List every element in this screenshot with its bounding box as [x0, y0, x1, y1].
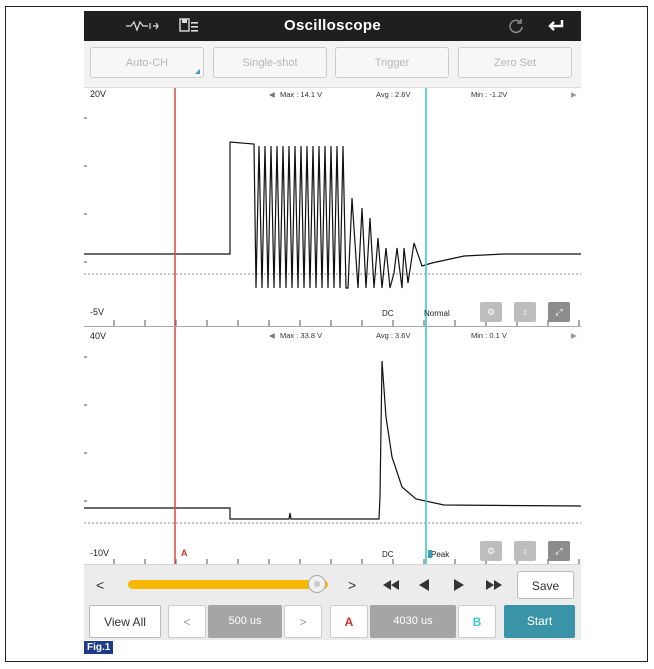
cursor-b-marker[interactable]	[428, 550, 432, 558]
refresh-icon[interactable]	[504, 11, 528, 41]
mode-toolbar: Auto-CH Single-shot Trigger Zero Set	[84, 41, 581, 88]
channel-1-trace	[84, 88, 581, 326]
save-button[interactable]: Save	[517, 571, 574, 599]
ch1-vertical-move-icon[interactable]: ↕	[514, 302, 536, 322]
back-icon[interactable]	[542, 11, 570, 41]
ch2-bottom-scale: -10V	[90, 548, 110, 558]
ch1-left-arrow-icon[interactable]: ◀	[269, 90, 275, 99]
step-forward-icon[interactable]	[452, 565, 466, 605]
ch2-avg: Avg : 3.6V	[376, 331, 411, 340]
ch1-min: Min : -1.2V	[471, 90, 508, 99]
dropdown-corner-icon	[195, 69, 200, 74]
ch1-max: Max : 14.1 V	[280, 90, 323, 99]
scroll-right-button[interactable]: >	[348, 565, 356, 605]
fast-forward-icon[interactable]	[484, 565, 504, 605]
channel-2-scope: 40V ◀ Max : 33.8 V Avg : 3.6V Min : 0.1 …	[84, 327, 581, 565]
time-prev-button[interactable]: <	[168, 605, 206, 638]
ch1-right-arrow-icon[interactable]: ▶	[571, 90, 577, 99]
auto-ch-button[interactable]: Auto-CH	[90, 47, 204, 78]
channel-1-scope: 20V ◀ Max : 14.1 V Avg : 2.6V Min : -1.2…	[84, 88, 581, 327]
cursor-a-button[interactable]: A	[330, 605, 368, 638]
ch1-settings-icon[interactable]: ⚙	[480, 302, 502, 322]
cursor-a-marker[interactable]: A	[181, 548, 188, 558]
position-slider[interactable]	[128, 580, 328, 589]
ch1-top-scale: 20V	[90, 89, 107, 99]
zero-set-button[interactable]: Zero Set	[458, 47, 572, 78]
ch1-bottom-scale: -5V	[90, 307, 105, 317]
ch2-right-arrow-icon[interactable]: ▶	[571, 331, 577, 340]
ch2-left-arrow-icon[interactable]: ◀	[269, 331, 275, 340]
playback-controls: < > Save	[84, 564, 581, 605]
oscilloscope-app: Oscilloscope Auto-CH Single-shot Trigger…	[84, 11, 581, 640]
step-back-icon[interactable]	[417, 565, 431, 605]
ch1-coupling: DC	[382, 309, 394, 318]
scroll-left-button[interactable]: <	[96, 565, 104, 605]
ch2-vertical-move-icon[interactable]: ↕	[514, 541, 536, 561]
channel-2-trace	[84, 327, 581, 565]
cursor-b-button[interactable]: B	[458, 605, 496, 638]
expand-icon[interactable]: ⤢	[548, 302, 570, 322]
bottom-bar: View All < 500 us > A 4030 us B Start	[84, 605, 581, 640]
auto-ch-label: Auto-CH	[125, 57, 169, 69]
ch2-max: Max : 33.8 V	[280, 331, 323, 340]
trigger-button[interactable]: Trigger	[335, 47, 449, 78]
slider-knob[interactable]	[308, 575, 326, 593]
ch1-mode: Normal	[424, 309, 450, 318]
single-shot-button[interactable]: Single-shot	[213, 47, 327, 78]
time-next-button[interactable]: >	[284, 605, 322, 638]
figure-caption: Fig.1	[84, 641, 114, 654]
cursor-time-value: 4030 us	[370, 605, 456, 638]
ch1-avg: Avg : 2.6V	[376, 90, 411, 99]
time-base-value: 500 us	[208, 605, 282, 638]
view-all-button[interactable]: View All	[89, 605, 161, 638]
ch2-mode: Peak	[431, 550, 450, 559]
ch2-top-scale: 40V	[90, 331, 107, 341]
title-bar: Oscilloscope	[84, 11, 581, 41]
fast-rewind-icon[interactable]	[381, 565, 401, 605]
ch2-min: Min : 0.1 V	[471, 331, 507, 340]
start-button[interactable]: Start	[504, 605, 575, 638]
ch2-settings-icon[interactable]: ⚙	[480, 541, 502, 561]
ch2-coupling: DC	[382, 550, 394, 559]
expand-icon[interactable]: ⤢	[548, 541, 570, 561]
